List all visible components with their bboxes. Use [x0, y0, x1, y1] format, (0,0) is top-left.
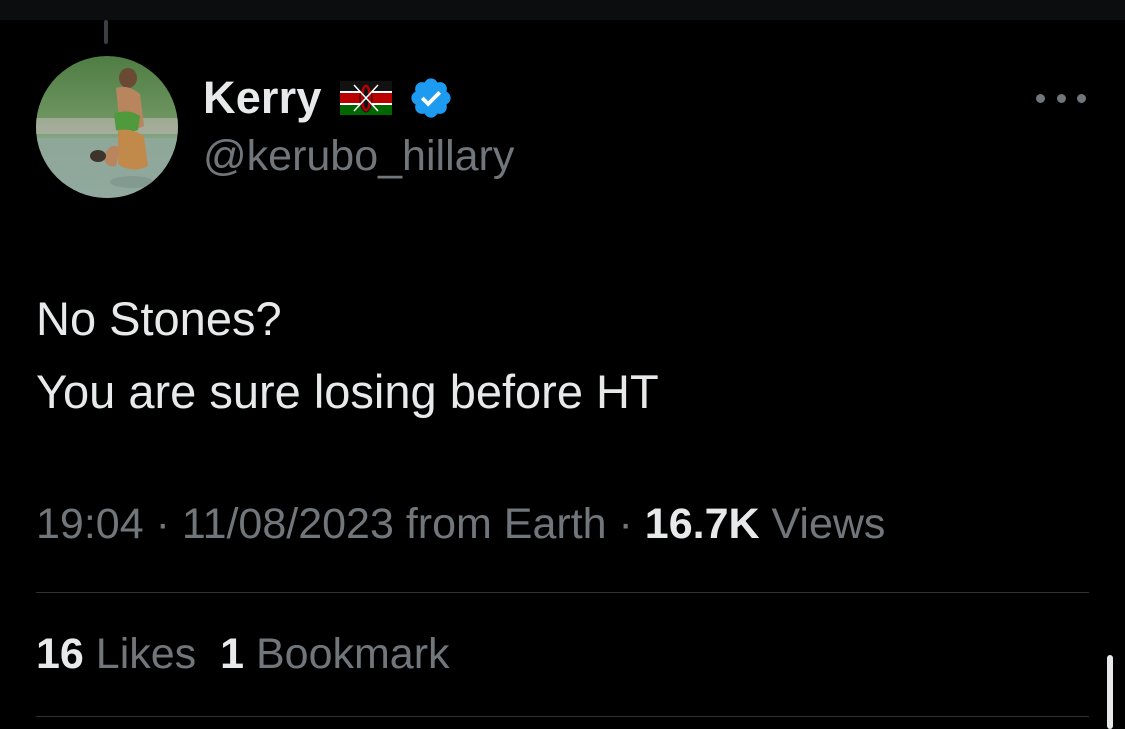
engagement-stats: 16 Likes 1 Bookmark	[36, 630, 450, 679]
tweet-text-line: No Stones?	[36, 292, 282, 345]
divider	[36, 592, 1089, 593]
tweet-text: No Stones? You are sure losing before HT	[36, 282, 659, 428]
display-name[interactable]: Kerry	[203, 72, 322, 124]
likes-label: Likes	[95, 630, 197, 678]
bookmarks-label: Bookmark	[255, 630, 450, 678]
avatar-photo	[36, 56, 178, 198]
tweet-source: from Earth	[405, 500, 607, 548]
likes-stat[interactable]: 16 Likes	[36, 630, 196, 678]
author-handle[interactable]: @kerubo_hillary	[203, 132, 514, 181]
verified-badge-icon[interactable]	[408, 75, 454, 121]
tweet-meta: 19:04 · 11/08/2023 from Earth · 16.7K Vi…	[36, 500, 885, 549]
scrollbar[interactable]	[1107, 655, 1113, 729]
more-options-button[interactable]	[1036, 86, 1086, 110]
thread-connector-line	[104, 20, 108, 44]
tweet-detail-page: Kerry @kerubo_hillary No Stones? You are…	[0, 0, 1125, 729]
bookmarks-count: 1	[220, 630, 245, 678]
meta-separator: ·	[618, 500, 633, 548]
meta-separator: ·	[155, 500, 170, 548]
bookmarks-stat[interactable]: 1 Bookmark	[220, 630, 449, 678]
divider	[36, 716, 1089, 717]
kenya-flag-icon	[339, 81, 392, 115]
tweet-text-line: You are sure losing before HT	[36, 365, 659, 418]
more-dot-icon	[1056, 93, 1066, 103]
top-bar-edge	[0, 0, 1125, 20]
avatar[interactable]	[36, 56, 178, 198]
more-dot-icon	[1077, 93, 1086, 103]
views-label: Views	[771, 500, 886, 548]
more-dot-icon	[1036, 93, 1045, 103]
tweet-time[interactable]: 19:04	[36, 500, 144, 548]
views-count: 16.7K	[644, 500, 760, 548]
likes-count: 16	[36, 630, 84, 678]
tweet-date[interactable]: 11/08/2023	[182, 500, 394, 548]
author-name-row[interactable]: Kerry	[203, 72, 454, 124]
